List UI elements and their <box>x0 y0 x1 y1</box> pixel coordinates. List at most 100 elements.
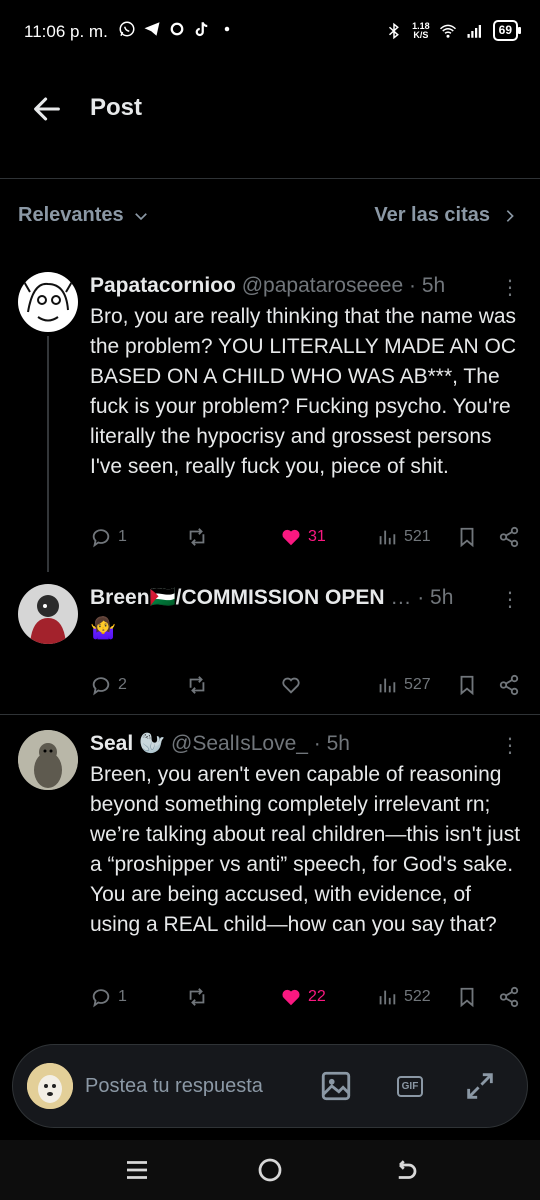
post-time[interactable]: 5h <box>422 274 445 297</box>
views-icon <box>379 530 396 545</box>
author-handle[interactable]: @SealIsLove_ <box>171 732 308 755</box>
bookmark-button[interactable] <box>456 522 478 552</box>
more-options-icon[interactable]: ⋮ <box>500 588 520 612</box>
whatsapp-icon <box>119 21 135 37</box>
post-meta: Seal 🦭 @SealIsLove_ · 5h <box>90 732 350 755</box>
bookmark-icon <box>460 527 474 548</box>
views-icon <box>379 678 396 693</box>
tiktok-icon <box>195 22 208 37</box>
reply-icon <box>92 677 110 696</box>
views-button[interactable]: 527 <box>376 670 431 700</box>
post-time[interactable]: 5h <box>430 586 453 609</box>
post-time[interactable]: 5h <box>327 732 350 755</box>
post-text: Bro, you are really thinking that the na… <box>90 305 517 478</box>
like-button[interactable]: 31 <box>280 522 326 552</box>
repost-button[interactable] <box>186 522 208 552</box>
bookmark-button[interactable] <box>456 670 478 700</box>
page-header: Post <box>0 70 540 146</box>
chevron-right-icon <box>506 209 514 222</box>
recent-apps-icon[interactable] <box>122 1155 152 1185</box>
post-actions: 1 31 521 <box>90 522 522 552</box>
chevron-down-icon <box>134 212 147 220</box>
repost-icon <box>189 528 205 546</box>
heart-filled-icon <box>282 989 300 1006</box>
heart-outline-icon <box>282 677 300 694</box>
share-button[interactable] <box>498 982 520 1012</box>
share-icon <box>499 526 519 548</box>
gif-icon[interactable]: GIF <box>393 1069 427 1103</box>
author-name[interactable]: Seal 🦭 <box>90 732 165 755</box>
post-actions: 2 527 <box>90 670 522 700</box>
sort-bar: Relevantes Ver las citas <box>0 190 540 244</box>
post-meta: Papatacornioo @papataroseeee · 5h <box>90 274 446 297</box>
expand-icon[interactable] <box>463 1069 497 1103</box>
reply-button[interactable]: 1 <box>90 522 127 552</box>
wifi-icon <box>439 24 456 38</box>
reply-input[interactable]: Postea tu respuesta <box>85 1075 263 1098</box>
bluetooth-icon <box>389 22 400 39</box>
avatar[interactable] <box>18 272 78 332</box>
view-count: 521 <box>404 528 431 545</box>
like-count: 22 <box>308 988 326 1005</box>
network-speed: 1.18 K/S <box>412 20 430 40</box>
share-icon <box>499 986 519 1008</box>
reply-icon <box>92 989 110 1008</box>
share-button[interactable] <box>498 670 520 700</box>
dog-avatar-image <box>27 1063 73 1109</box>
share-icon <box>499 674 519 696</box>
character-avatar-image <box>30 595 66 644</box>
more-options-icon[interactable]: ⋮ <box>500 734 520 758</box>
status-time: 11:06 p. m. <box>24 22 108 41</box>
heart-filled-icon <box>282 529 300 546</box>
views-button[interactable]: 522 <box>376 982 431 1012</box>
reply-post[interactable]: Breen🇵🇸/COMMISSION OPEN … · 5h ⋮ 🤷‍♀️ 2 … <box>0 574 540 714</box>
view-quotes-link[interactable]: Ver las citas <box>374 204 518 227</box>
author-name[interactable]: Papatacornioo <box>90 274 236 297</box>
reply-count: 1 <box>118 988 127 1005</box>
status-bar: 11:06 p. m. 1.18 K/S 69 <box>0 0 540 64</box>
share-button[interactable] <box>498 522 520 552</box>
repost-icon <box>189 988 205 1006</box>
post-divider <box>0 714 540 715</box>
thread-line <box>47 336 49 572</box>
post-actions: 1 22 522 <box>90 982 522 1012</box>
repost-button[interactable] <box>186 982 208 1012</box>
like-button[interactable] <box>280 670 302 700</box>
repost-button[interactable] <box>186 670 208 700</box>
views-icon <box>379 990 396 1005</box>
view-quotes-label: Ver las citas <box>374 204 490 226</box>
view-count: 527 <box>404 676 431 693</box>
reply-post[interactable]: Seal 🦭 @SealIsLove_ · 5h ⋮ Breen, you ar… <box>0 720 540 1080</box>
header-divider <box>0 178 540 179</box>
bookmark-icon <box>460 987 474 1008</box>
reply-button[interactable]: 1 <box>90 982 127 1012</box>
reply-post[interactable]: Papatacornioo @papataroseeee · 5h ⋮ Bro,… <box>0 262 540 572</box>
user-avatar <box>27 1063 73 1109</box>
image-icon[interactable] <box>319 1069 353 1103</box>
reply-button[interactable]: 2 <box>90 670 127 700</box>
page-title: Post <box>90 94 143 121</box>
sort-label: Relevantes <box>18 204 124 226</box>
views-button[interactable]: 521 <box>376 522 431 552</box>
repost-icon <box>189 676 205 694</box>
avatar[interactable] <box>18 584 78 644</box>
bookmark-button[interactable] <box>456 982 478 1012</box>
sync-icon <box>170 22 184 36</box>
reply-count: 1 <box>118 528 127 545</box>
avatar[interactable] <box>18 730 78 790</box>
view-count: 522 <box>404 988 431 1005</box>
reply-count: 2 <box>118 676 127 693</box>
more-options-icon[interactable]: ⋮ <box>500 276 520 300</box>
telegram-icon <box>144 22 160 36</box>
author-handle[interactable]: @papataroseeee <box>242 274 403 297</box>
author-name[interactable]: Breen🇵🇸/COMMISSION OPEN <box>90 586 385 609</box>
reply-composer[interactable]: Postea tu respuesta GIF <box>12 1044 528 1128</box>
battery-indicator: 69 <box>492 20 522 41</box>
back-arrow-icon[interactable] <box>30 92 64 126</box>
home-circle-icon[interactable] <box>255 1155 285 1185</box>
sort-dropdown[interactable]: Relevantes <box>18 204 150 227</box>
system-back-icon[interactable] <box>390 1155 420 1185</box>
like-button[interactable]: 22 <box>280 982 326 1012</box>
notification-dot-icon <box>224 26 230 32</box>
like-count: 31 <box>308 528 326 545</box>
